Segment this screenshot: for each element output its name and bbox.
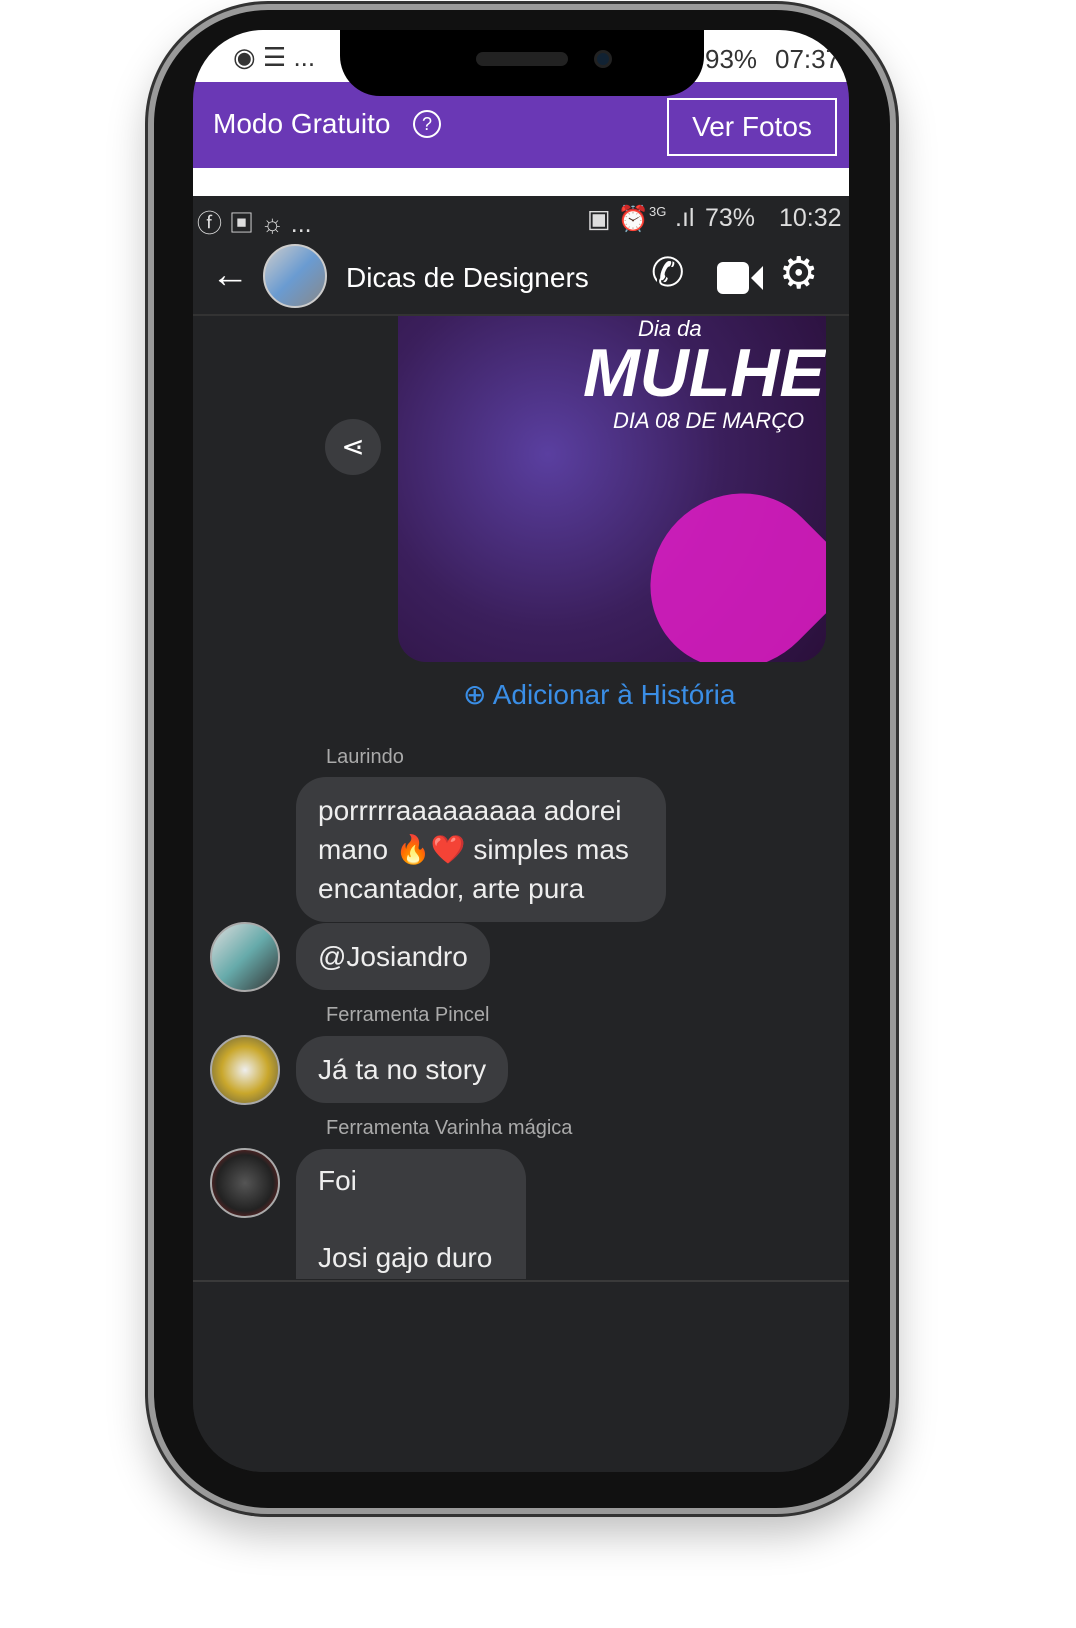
ver-fotos-button[interactable]: Ver Fotos — [667, 98, 837, 156]
banner-title: Modo Gratuito — [213, 108, 391, 139]
share-icon[interactable]: ⋖ — [325, 419, 381, 475]
message-bubble[interactable]: @Josiandro — [296, 923, 490, 990]
message-bubble[interactable]: Foi Josi gajo duro — [296, 1149, 526, 1279]
clock: 10:32 — [779, 204, 842, 232]
sender-name: Laurindo — [326, 746, 404, 768]
image-headline: MULHER — [583, 335, 826, 411]
camera — [594, 50, 612, 68]
notification-icons: ⓕ ▣ ☼ ... — [197, 210, 312, 238]
message-line: Foi — [318, 1165, 357, 1196]
sender-name: Ferramenta Varinha mágica — [326, 1117, 573, 1139]
phone-icon[interactable]: ✆ — [651, 250, 685, 296]
shared-image[interactable]: Dia da MULHER DIA 08 DE MARÇO — [398, 316, 826, 662]
more: ... — [290, 210, 312, 238]
add-to-story-link[interactable]: ⊕ Adicionar à História — [463, 678, 735, 711]
battery-level: 93% — [705, 44, 758, 74]
battery-level: 73% — [705, 204, 756, 232]
speaker — [476, 52, 568, 66]
add-story-label: Adicionar à História — [492, 679, 736, 710]
more: ... — [293, 42, 316, 72]
network-type: 3G — [649, 204, 667, 219]
clock: 07:37 — [775, 44, 841, 74]
avatar[interactable] — [210, 922, 280, 992]
avatar[interactable] — [210, 1035, 280, 1105]
message-bubble[interactable]: porrrrraaaaaaaaa adorei mano 🔥❤️ simples… — [296, 777, 666, 922]
phone-notch — [340, 30, 704, 96]
screen: ◉ ☰ ... 93% 07:37 Modo Gratuito ? Ver Fo… — [193, 30, 849, 1472]
question-circle-icon[interactable]: ? — [413, 110, 441, 138]
group-avatar[interactable] — [263, 244, 327, 308]
chat-title[interactable]: Dicas de Designers — [346, 262, 589, 294]
sender-name: Ferramenta Pincel — [326, 1004, 490, 1026]
inner-status-bar: ⓕ ▣ ☼ ... ▣ ⏰ 3G .ıl 73% 10:32 — [193, 196, 849, 240]
chat-header: ← Dicas de Designers ✆ ⚙ — [193, 240, 849, 316]
avatar[interactable] — [210, 1148, 280, 1218]
plus-circle-icon: ⊕ — [463, 679, 487, 710]
message-bubble[interactable]: Já ta no story — [296, 1036, 509, 1103]
bottom-area — [193, 1282, 849, 1472]
signal-icon: .ıl — [675, 204, 695, 232]
status-icons: ◉ ☰ ... — [233, 42, 316, 72]
message-line: Josi gajo duro — [318, 1242, 493, 1273]
gear-icon[interactable]: ⚙ — [779, 248, 818, 299]
divider — [193, 168, 849, 196]
heart-shape — [614, 457, 826, 662]
back-arrow-icon[interactable]: ← — [211, 254, 249, 297]
video-camera-icon[interactable] — [717, 262, 763, 294]
alarm-icon: ▣ ⏰ — [587, 205, 649, 233]
image-subtitle: DIA 08 DE MARÇO — [613, 408, 805, 433]
